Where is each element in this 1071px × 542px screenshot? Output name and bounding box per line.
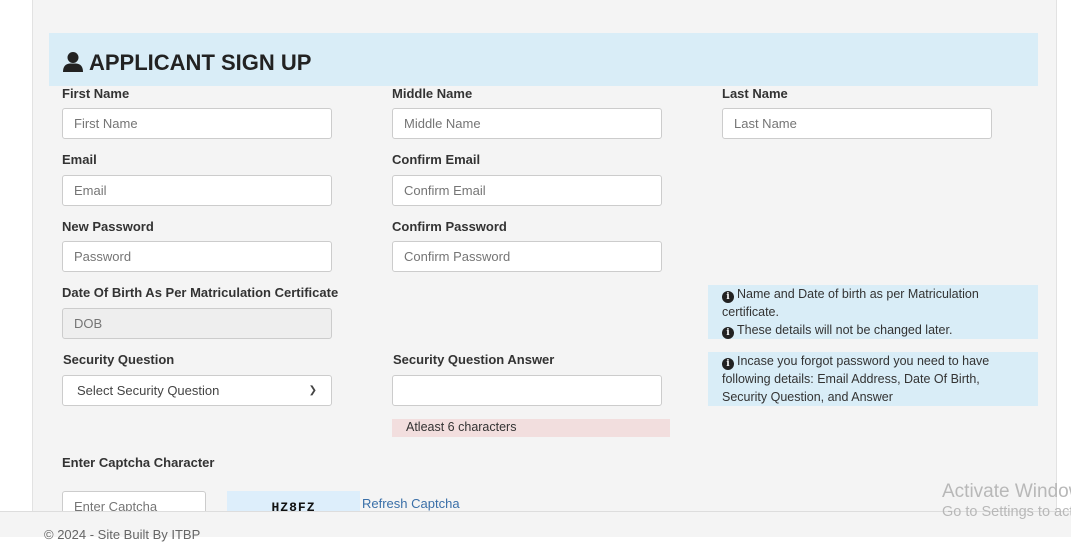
- security-question-label: Security Question: [63, 352, 175, 367]
- footer: © 2024 - Site Built By ITBP: [0, 511, 1071, 542]
- windows-activation-watermark: Activate Windows Go to Settings to activ…: [942, 481, 1071, 520]
- user-icon: [63, 52, 83, 72]
- confirm-email-label: Confirm Email: [392, 152, 481, 167]
- info-icon: i: [722, 358, 734, 370]
- dob-input[interactable]: [62, 308, 332, 339]
- watermark-title: Activate Windows: [942, 481, 1071, 502]
- confirm-password-input[interactable]: [392, 241, 662, 272]
- security-question-select[interactable]: Select Security Question ❯: [62, 375, 332, 406]
- dob-info-box: i Name and Date of birth as per Matricula…: [708, 285, 1038, 339]
- security-question-selected: Select Security Question: [77, 383, 220, 398]
- last-name-label: Last Name: [722, 86, 788, 101]
- new-password-input[interactable]: [62, 241, 332, 272]
- first-name-input[interactable]: [62, 108, 332, 139]
- middle-name-input[interactable]: [392, 108, 662, 139]
- refresh-captcha-link[interactable]: Refresh Captcha: [362, 496, 460, 511]
- confirm-email-input[interactable]: [392, 175, 662, 206]
- footer-text: © 2024 - Site Built By ITBP: [44, 527, 201, 542]
- dob-info-line2: These details will not be changed later.: [737, 323, 953, 337]
- page-title: APPLICANT SIGN UP: [89, 50, 312, 75]
- info-icon: i: [722, 327, 734, 339]
- email-label: Email: [62, 152, 97, 167]
- security-answer-input[interactable]: [392, 375, 662, 406]
- page-title-wrap: APPLICANT SIGN UP: [62, 50, 311, 76]
- security-answer-hint: Atleast 6 characters: [392, 419, 670, 437]
- last-name-input[interactable]: [722, 108, 992, 139]
- email-input[interactable]: [62, 175, 332, 206]
- security-answer-label: Security Question Answer: [393, 352, 555, 367]
- dob-label: Date Of Birth As Per Matriculation Certi…: [62, 285, 339, 300]
- chevron-down-icon: ❯: [308, 385, 317, 396]
- dob-info-line1: Name and Date of birth as per Matriculat…: [722, 287, 979, 319]
- new-password-label: New Password: [62, 219, 154, 234]
- password-info-text: Incase you forgot password you need to h…: [722, 354, 990, 404]
- confirm-password-label: Confirm Password: [392, 219, 507, 234]
- captcha-label: Enter Captcha Character: [62, 455, 215, 470]
- watermark-subtitle: Go to Settings to activate Windows.: [942, 504, 1071, 520]
- password-info-box: i Incase you forgot password you need to …: [708, 352, 1038, 406]
- info-icon: i: [722, 291, 734, 303]
- middle-name-label: Middle Name: [392, 86, 473, 101]
- first-name-label: First Name: [62, 86, 130, 101]
